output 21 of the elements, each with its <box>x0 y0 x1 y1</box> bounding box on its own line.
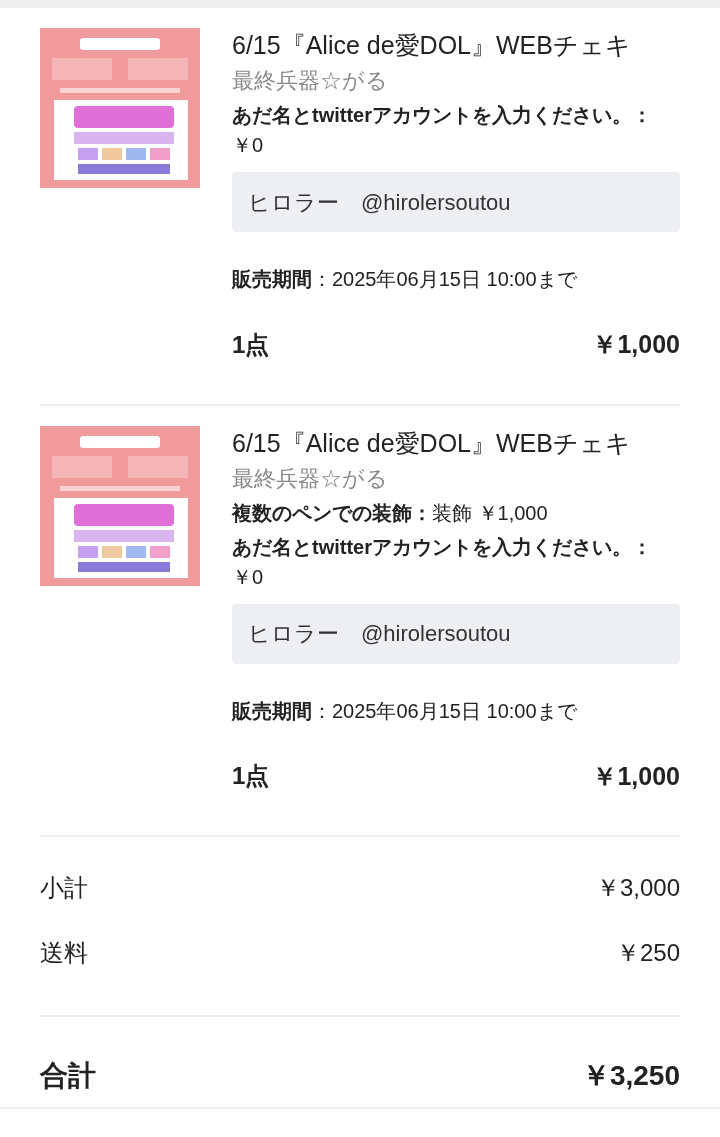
summary-label: 小計 <box>40 872 88 903</box>
note-text: ヒロラー @hirolersoutou <box>232 172 680 232</box>
price-text: ￥1,000 <box>592 760 680 792</box>
sale-period-text: 販売期間：2025年06月15日 10:00まで <box>232 267 578 292</box>
sale-period-text: 販売期間：2025年06月15日 10:00まで <box>232 698 578 724</box>
summary-value: ￥250 <box>615 937 680 968</box>
total-value: ￥3,250 <box>581 1059 680 1093</box>
quantity-text: 1点 <box>232 329 270 360</box>
product-title[interactable]: 6/15『Alice de愛DOL』WEBチェキ <box>232 425 680 460</box>
total-label: 合計 <box>40 1059 96 1093</box>
option-text: あだ名とtwitterアカウントを入力ください。：￥0 <box>232 534 653 590</box>
note-text: ヒロラー @hirolersoutou <box>232 603 680 664</box>
price-text: ￥1,000 <box>592 329 680 360</box>
seller-name: 最終兵器☆がる <box>232 464 389 493</box>
option-text: 複数のペンでの装飾：装飾 ￥1,000 <box>232 500 549 526</box>
seller-name: 最終兵器☆がる <box>232 67 389 95</box>
summary-value: ￥3,000 <box>595 872 680 903</box>
summary-label: 送料 <box>40 937 88 968</box>
quantity-text: 1点 <box>232 761 270 792</box>
product-title[interactable]: 6/15『Alice de愛DOL』WEBチェキ <box>232 28 680 62</box>
option-text: あだ名とtwitterアカウントを入力ください。：￥0 <box>232 103 653 158</box>
